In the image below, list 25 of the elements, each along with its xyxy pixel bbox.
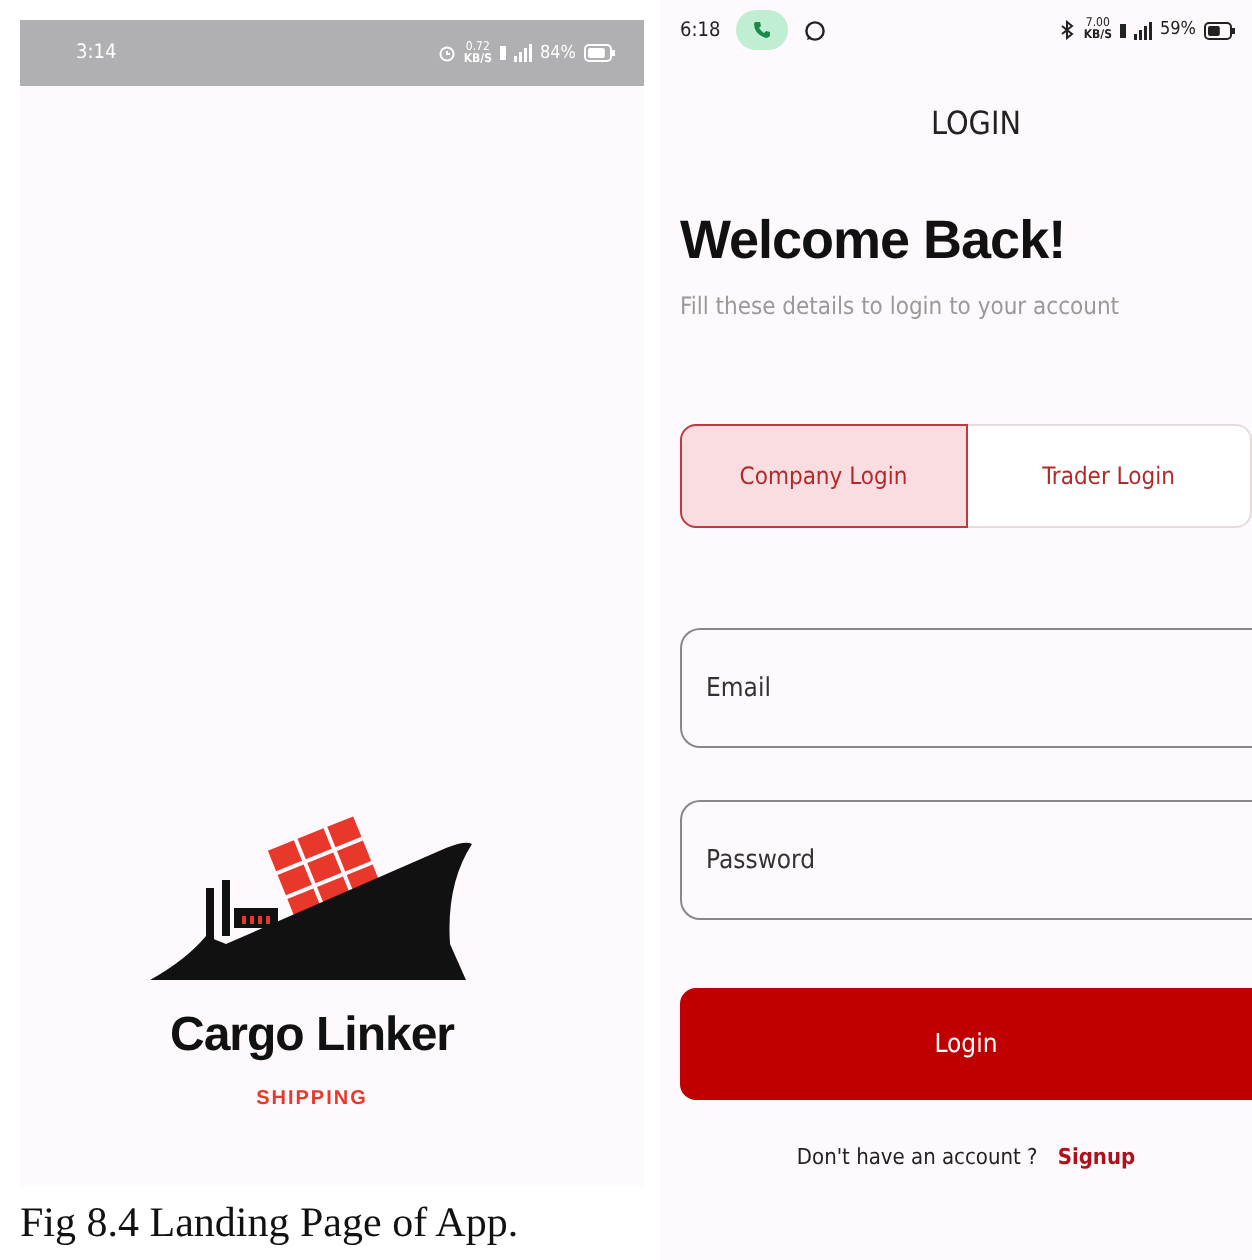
login-type-tab[interactable]: Company Login <box>680 424 967 528</box>
alarm-icon <box>437 44 456 62</box>
brand-tagline: SHIPPING <box>256 1088 368 1110</box>
clock-time: 3:14 <box>76 42 117 64</box>
battery-percent: 59% <box>1160 20 1196 40</box>
bluetooth-icon <box>1059 20 1076 40</box>
call-indicator[interactable] <box>736 10 789 50</box>
input-field[interactable]: Email <box>680 628 1252 748</box>
screen-title: LOGIN <box>929 104 1023 142</box>
battery-icon <box>584 44 616 62</box>
clock-time: 6:18 <box>680 19 721 41</box>
figure-caption: Fig 8.4 Landing Page of App. <box>20 1198 521 1248</box>
welcome-heading: Welcome Back! <box>680 210 1068 272</box>
battery-icon <box>1204 21 1236 39</box>
login-type-tab[interactable]: Trader Login <box>967 424 1252 528</box>
signal-icon <box>1120 21 1152 39</box>
signup-prompt: Don't have an account ? <box>796 1144 1038 1170</box>
subtitle-text: Fill these details to login to your account <box>680 292 1122 320</box>
brand-name: Cargo Linker <box>169 1008 455 1064</box>
chat-app-icon <box>804 19 827 41</box>
login-button[interactable]: Login <box>680 988 1252 1100</box>
input-field[interactable]: Password <box>680 800 1252 920</box>
battery-percent: 84% <box>540 43 576 63</box>
signal-icon <box>500 44 532 62</box>
signup-link[interactable]: Signup <box>1057 1144 1136 1170</box>
